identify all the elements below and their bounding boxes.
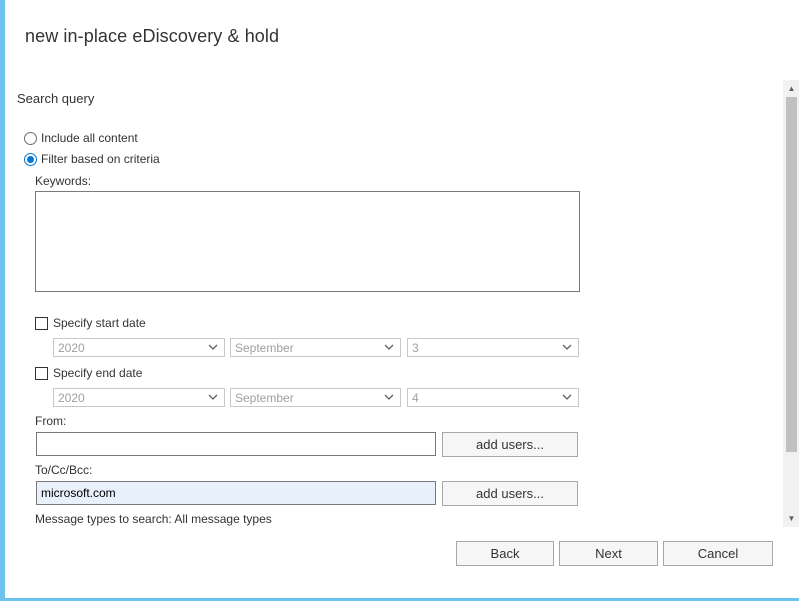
end-month-value: September [235, 390, 294, 405]
start-date-checkbox[interactable] [35, 316, 48, 330]
from-add-users-button[interactable]: add users... [442, 432, 578, 457]
dialog-title: new in-place eDiscovery & hold [25, 26, 280, 46]
start-month-select[interactable]: September [230, 338, 401, 357]
chevron-down-icon [208, 394, 218, 400]
filter-criteria-radio[interactable] [24, 152, 37, 166]
end-date-label: Specify end date [53, 366, 143, 380]
chevron-down-icon [384, 344, 394, 350]
start-year-value: 2020 [58, 340, 85, 355]
filter-criteria-label: Filter based on criteria [41, 152, 160, 166]
filter-criteria-option[interactable]: Filter based on criteria [24, 151, 160, 167]
include-all-radio[interactable] [24, 131, 37, 145]
chevron-down-icon [562, 394, 572, 400]
to-cc-bcc-input[interactable]: microsoft.com [36, 481, 436, 505]
keywords-label: Keywords: [35, 174, 92, 188]
message-types-label: Message types to search: [35, 512, 172, 526]
specify-end-date-option[interactable]: Specify end date [35, 365, 142, 381]
from-label: From: [35, 414, 67, 428]
chevron-down-icon [562, 344, 572, 350]
message-types-row: Message types to search: All message typ… [35, 512, 272, 526]
chevron-down-icon [384, 394, 394, 400]
search-query-heading: Search query [17, 91, 95, 106]
specify-start-date-option[interactable]: Specify start date [35, 315, 146, 331]
to-cc-bcc-label: To/Cc/Bcc: [35, 463, 93, 477]
end-year-value: 2020 [58, 390, 85, 405]
chevron-down-icon [208, 344, 218, 350]
start-day-select[interactable]: 3 [407, 338, 579, 357]
scroll-down-arrow-icon[interactable]: ▼ [786, 514, 797, 524]
from-input[interactable] [36, 432, 436, 456]
start-month-value: September [235, 340, 294, 355]
to-add-users-button[interactable]: add users... [442, 481, 578, 506]
end-year-select[interactable]: 2020 [53, 388, 225, 407]
scroll-up-arrow-icon[interactable]: ▲ [786, 84, 797, 94]
start-date-label: Specify start date [53, 316, 146, 330]
left-accent-bar [0, 0, 5, 601]
include-all-content-option[interactable]: Include all content [24, 130, 138, 146]
start-year-select[interactable]: 2020 [53, 338, 225, 357]
end-day-value: 4 [412, 390, 419, 405]
back-button[interactable]: Back [456, 541, 554, 566]
include-all-label: Include all content [41, 131, 138, 145]
end-month-select[interactable]: September [230, 388, 401, 407]
start-day-value: 3 [412, 340, 419, 355]
next-button[interactable]: Next [559, 541, 658, 566]
end-day-select[interactable]: 4 [407, 388, 579, 407]
scrollbar-thumb[interactable] [786, 97, 797, 452]
message-types-value[interactable]: All message types [174, 512, 271, 526]
keywords-textarea[interactable] [35, 191, 580, 292]
end-date-checkbox[interactable] [35, 366, 48, 380]
cancel-button[interactable]: Cancel [663, 541, 773, 566]
